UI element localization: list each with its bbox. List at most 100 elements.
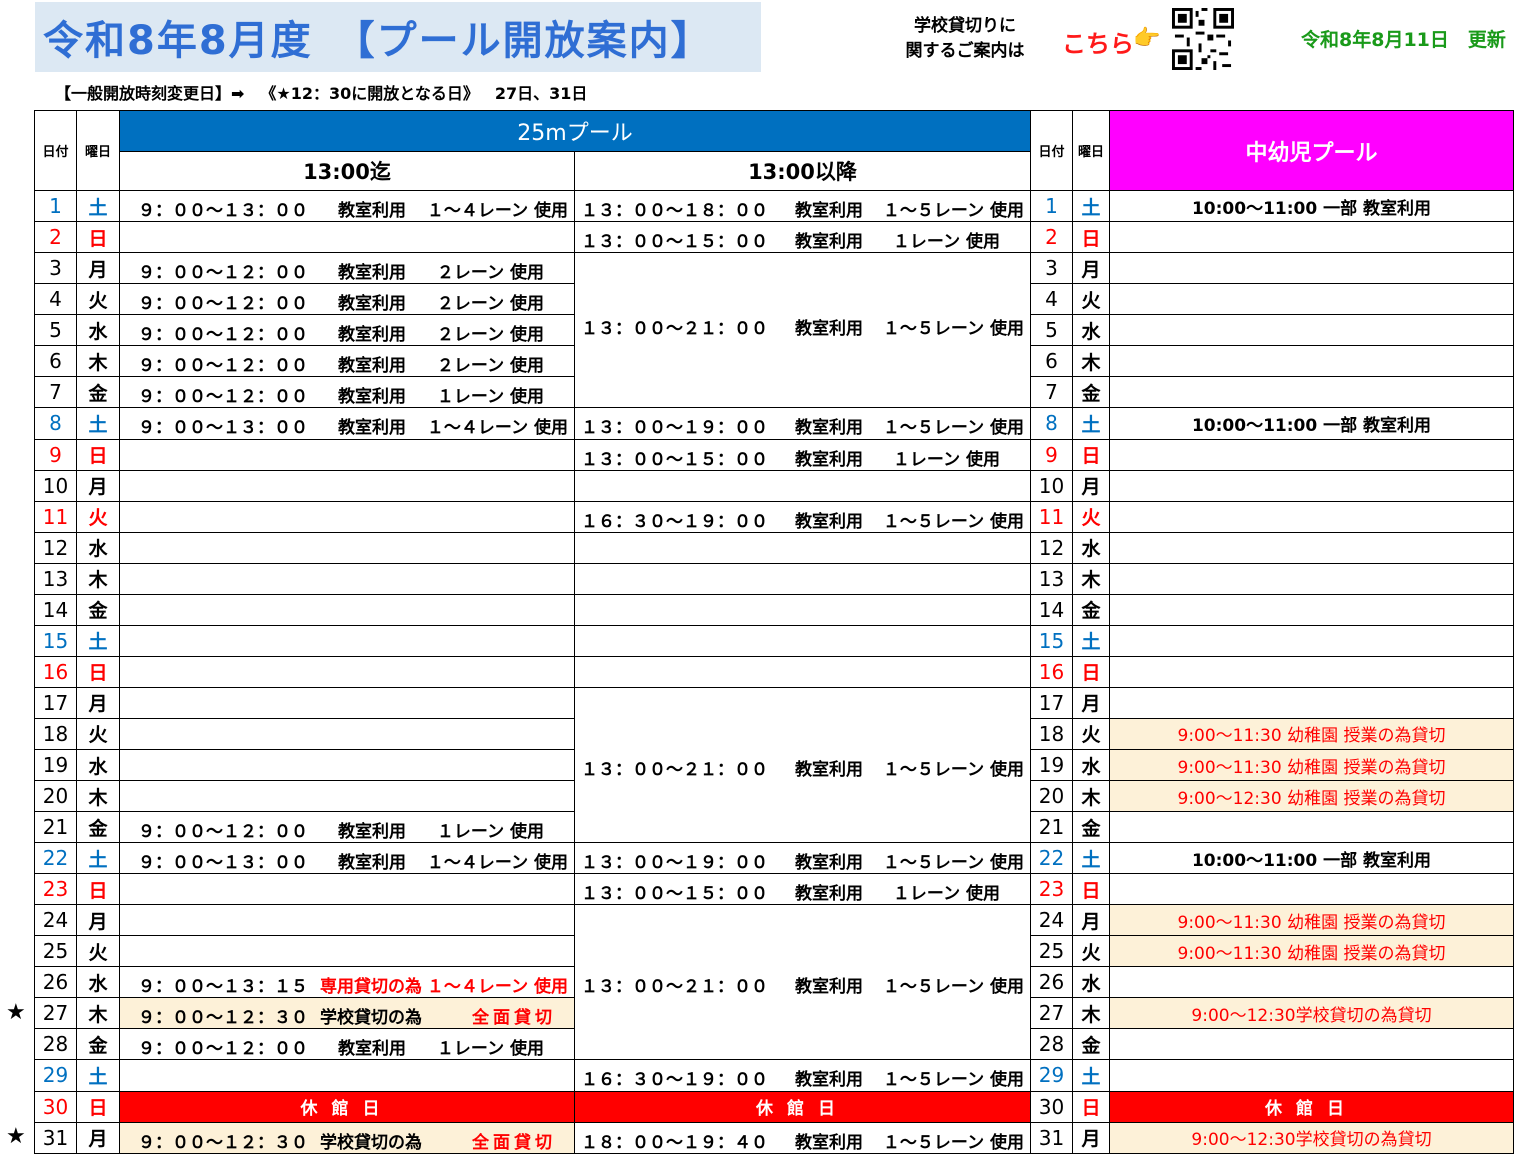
date-cell: 16 <box>1030 655 1073 688</box>
slot-text: １レーン 使用 <box>436 387 544 408</box>
table-row: 12 水 12 水 <box>34 531 1514 564</box>
pm-slot: １３：００〜１５：００ 教室利用 １レーン 使用 <box>574 438 1031 471</box>
date-column-header-kids: 日付 <box>1030 109 1073 192</box>
slot-text: １〜５レーン 使用 <box>882 201 1024 222</box>
date-cell: 3 <box>1030 252 1073 285</box>
slot-text: ９：００〜１３：００ <box>138 853 308 874</box>
dow-cell: 金 <box>1072 811 1110 844</box>
slot-text: ９：００〜１３：００ <box>138 418 308 439</box>
dow-cell: 水 <box>76 531 120 564</box>
dow-cell: 月 <box>76 686 120 719</box>
slot-text: ２レーン 使用 <box>436 356 544 377</box>
am-slot: ９：００〜１２：００ 教室利用 １レーン 使用 <box>119 376 575 409</box>
change-label: 【一般開放時刻変更日】➡ <box>55 84 245 103</box>
slot-text: ９：００〜１２：００ <box>138 1039 308 1060</box>
star-marker-27: ★ <box>6 1000 26 1025</box>
slot-text: 学校貸切の為 <box>320 1132 422 1153</box>
pm-slot: １８：００〜１９：４０ 教室利用 １〜５レーン 使用 <box>574 1121 1031 1155</box>
slot-text: １３：００〜１５：００ <box>581 232 768 253</box>
kids-slot: 10:00〜11:00 一部 教室利用 <box>1109 190 1514 223</box>
table-row: 16 日 16 日 <box>34 655 1514 688</box>
change-detail: 《★12：30に開放となる日》 <box>260 84 479 103</box>
slot-text: 教室利用 <box>795 201 863 222</box>
slot-text: １６：３０〜１９：００ <box>581 1070 768 1091</box>
table-row: 2 日 １３：００〜１５：００ 教室利用 １レーン 使用 2 日 <box>34 221 1514 254</box>
slot-text: １〜５レーン 使用 <box>882 511 1024 532</box>
slot-text: １レーン 使用 <box>892 449 1000 470</box>
dow-cell: 火 <box>1072 283 1110 316</box>
dow-cell: 土 <box>1072 624 1110 657</box>
am-slot <box>119 748 575 782</box>
slot-text: １〜５レーン 使用 <box>882 853 1024 874</box>
dow-cell: 水 <box>1072 314 1110 347</box>
slot-text: １〜５レーン 使用 <box>882 418 1024 439</box>
table-row: 30 日 休館日 休館日 30 日 休館日 <box>34 1090 1514 1123</box>
dow-cell: 土 <box>76 407 120 440</box>
dow-cell: 火 <box>1072 500 1110 533</box>
dow-cell: 火 <box>1072 717 1110 750</box>
table-row: 29 土 １６：３０〜１９：００ 教室利用 １〜５レーン 使用 29 土 <box>34 1059 1514 1092</box>
qr-code-icon[interactable] <box>1171 8 1235 70</box>
am-slot <box>119 562 575 595</box>
date-cell: 17 <box>34 686 77 719</box>
am-slot <box>119 655 575 688</box>
date-cell: 31 <box>1030 1121 1073 1155</box>
slot-text: 教室利用 <box>338 325 406 346</box>
date-cell: 12 <box>1030 531 1073 564</box>
notice-line-1: 学校貸切りに <box>914 16 1016 36</box>
table-row: 1 土 ９：００〜１３：００ 教室利用 １〜４レーン 使用 １３：００〜１８：００ 教… <box>34 190 1514 223</box>
notice-line-2: 関するご案内は <box>905 41 1025 61</box>
date-cell: 14 <box>1030 593 1073 626</box>
kids-slot <box>1109 655 1514 688</box>
kids-slot <box>1109 624 1514 657</box>
date-cell: 24 <box>34 904 77 937</box>
slot-text: ９：００〜１３：１５ <box>138 977 308 998</box>
pm-slot: １３：００〜１９：００ 教室利用 １〜５レーン 使用 <box>574 842 1031 875</box>
am-slot <box>119 500 575 533</box>
table-row: 10 月 10 月 <box>34 469 1514 502</box>
dow-cell: 月 <box>76 252 120 285</box>
slot-text: ９：００〜１２：００ <box>138 263 308 284</box>
slot-text: ９：００〜１２：３０ <box>138 1132 308 1153</box>
slot-text: 全面貸切 <box>472 1008 556 1029</box>
dow-cell: 日 <box>1072 873 1110 906</box>
here-link[interactable]: こちら <box>1062 24 1134 59</box>
slot-text: ９：００〜１２：００ <box>138 387 308 408</box>
dow-cell: 月 <box>1072 904 1110 937</box>
dow-cell: 火 <box>76 283 120 316</box>
dow-cell: 日 <box>76 221 120 254</box>
am-slot <box>119 624 575 657</box>
date-cell: 4 <box>1030 283 1073 316</box>
kids-slot <box>1109 811 1514 844</box>
dow-cell: 月 <box>76 469 120 502</box>
slot-text: 教室利用 <box>795 449 863 470</box>
dow-cell: 月 <box>1072 1121 1110 1155</box>
date-cell: 9 <box>1030 438 1073 471</box>
slot-text: ９：００〜１２：００ <box>138 356 308 377</box>
slot-text: 教室利用 <box>795 418 863 439</box>
slot-text: １〜５レーン 使用 <box>882 319 1024 340</box>
slot-text: 専用貸切の為 <box>320 977 422 998</box>
dow-cell: 水 <box>1072 531 1110 564</box>
dow-cell: 木 <box>1072 780 1110 813</box>
date-cell: 6 <box>34 345 77 378</box>
kids-slot <box>1109 1059 1514 1092</box>
dow-cell: 木 <box>76 345 120 378</box>
dow-cell: 水 <box>1072 748 1110 782</box>
dow-cell: 金 <box>1072 593 1110 626</box>
date-cell: 5 <box>1030 314 1073 347</box>
dow-cell: 金 <box>76 1028 120 1061</box>
date-cell: 4 <box>34 283 77 316</box>
slot-text: 教室利用 <box>795 1070 863 1091</box>
dow-cell: 金 <box>76 376 120 409</box>
date-cell: 15 <box>34 624 77 657</box>
am-slot <box>119 593 575 626</box>
dow-cell: 水 <box>76 748 120 782</box>
am-slot <box>119 469 575 502</box>
kids-slot <box>1109 283 1514 316</box>
kids-slot <box>1109 376 1514 409</box>
dow-cell: 水 <box>1072 966 1110 999</box>
am-slot <box>119 1059 575 1092</box>
dow-cell: 金 <box>1072 1028 1110 1061</box>
dow-cell: 水 <box>76 966 120 999</box>
